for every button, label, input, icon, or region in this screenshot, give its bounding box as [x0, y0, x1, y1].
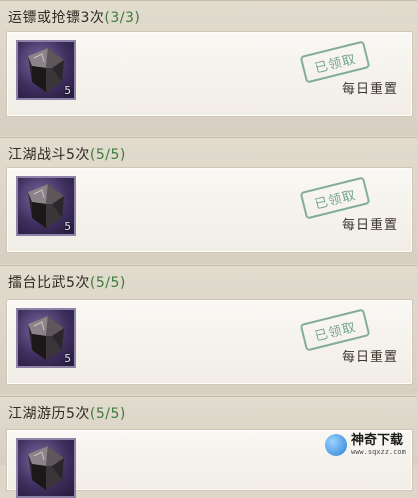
item-count: 5 — [64, 220, 71, 233]
reset-label: 每日重置 — [341, 218, 398, 233]
reward-card: 5 已领取 每日重置 — [6, 167, 413, 253]
task-name: 运镖或抢镖3次 — [8, 10, 105, 26]
task-progress: (3/3) — [104, 10, 141, 26]
task-title: 运镖或抢镖3次(3/3) — [8, 7, 140, 27]
reset-label: 每日重置 — [341, 82, 398, 97]
task-row: 运镖或抢镖3次(3/3) 5 已领取 每日重置 — [0, 0, 417, 136]
item-count: 5 — [64, 84, 71, 97]
reward-item-slot[interactable]: 5 — [16, 308, 76, 368]
task-progress: (5/5) — [89, 406, 126, 422]
reward-item-slot[interactable]: 5 — [16, 176, 76, 236]
reset-label: 每日重置 — [341, 350, 398, 365]
task-progress: (5/5) — [89, 275, 126, 291]
task-name: 擂台比武5次 — [8, 275, 90, 291]
reward-item-slot[interactable] — [16, 438, 76, 498]
dark-crystal-icon — [28, 446, 64, 490]
task-progress: (5/5) — [89, 147, 126, 163]
reward-card: 5 已领取 每日重置 — [6, 299, 413, 385]
item-count: 5 — [64, 352, 71, 365]
site-watermark: 神奇下载 www.sqxzz.com — [325, 430, 411, 460]
task-row: 擂台比武5次(5/5) 5 已领取 每日重置 — [0, 265, 417, 394]
watermark-name: 神奇下载 — [351, 433, 404, 448]
reward-card: 5 已领取 每日重置 — [6, 31, 413, 117]
task-title: 江湖游历5次(5/5) — [8, 403, 126, 423]
task-title: 擂台比武5次(5/5) — [8, 272, 126, 292]
watermark-logo-icon — [325, 434, 347, 456]
task-name: 江湖战斗5次 — [8, 147, 90, 163]
reward-item-slot[interactable]: 5 — [16, 40, 76, 100]
task-name: 江湖游历5次 — [8, 406, 90, 422]
task-row: 江湖战斗5次(5/5) 5 已领取 每日重置 — [0, 137, 417, 264]
watermark-url: www.sqxzz.com — [351, 448, 406, 456]
task-title: 江湖战斗5次(5/5) — [8, 144, 126, 164]
